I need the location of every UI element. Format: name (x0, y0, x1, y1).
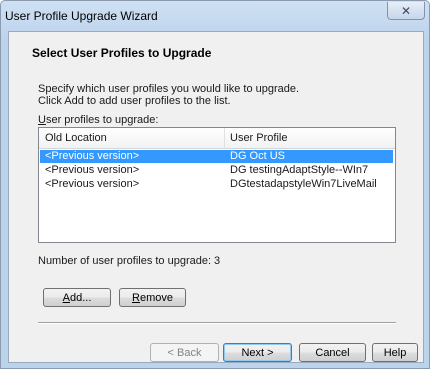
row-user-profile: DG Oct US (230, 150, 286, 162)
column-header-old-location[interactable]: Old Location (45, 132, 107, 144)
profiles-listview[interactable]: Old Location User Profile <Previous vers… (38, 127, 396, 243)
table-row[interactable]: <Previous version> DG Oct US (40, 150, 393, 163)
add-button[interactable]: Add... (43, 288, 111, 307)
list-label-mnemonic: U (38, 114, 46, 126)
help-button[interactable]: Help (372, 343, 418, 362)
next-button[interactable]: Next > (223, 343, 292, 362)
description-line-1: Specify which user profiles you would li… (38, 83, 300, 95)
back-button[interactable]: < Back (150, 343, 219, 362)
cancel-button-label: Cancel (315, 346, 350, 359)
description-line-2: Click Add to add user profiles to the li… (38, 95, 231, 107)
row-user-profile: DG testingAdaptStyle--WIn7 (230, 164, 369, 176)
remove-button[interactable]: Remove (119, 288, 186, 307)
row-user-profile: DGtestadapstyleWin7LiveMail (230, 178, 377, 190)
list-label-text: ser profiles to upgrade: (45, 114, 159, 126)
add-button-label: Add... (62, 291, 92, 304)
wizard-client-area: Select User Profiles to Upgrade Specify … (8, 31, 424, 363)
row-old-location: <Previous version> (45, 150, 140, 162)
table-row[interactable]: <Previous version> DGtestadapstyleWin7Li… (40, 178, 393, 191)
next-button-label: Next > (241, 346, 274, 359)
profiles-list-label: User profiles to upgrade: (38, 114, 158, 126)
row-old-location: <Previous version> (45, 164, 140, 176)
close-button[interactable]: ✕ (387, 2, 425, 20)
wizard-window: User Profile Upgrade Wizard ✕ Select Use… (0, 0, 430, 369)
title-bar: User Profile Upgrade Wizard ✕ (1, 1, 429, 31)
close-icon: ✕ (400, 3, 412, 18)
profile-count: Number of user profiles to upgrade: 3 (38, 255, 220, 267)
remove-button-label: Remove (132, 291, 173, 304)
cancel-button[interactable]: Cancel (299, 343, 366, 362)
row-old-location: <Previous version> (45, 178, 140, 190)
column-divider[interactable] (224, 128, 225, 148)
profile-count-label: Number of user profiles to upgrade: (38, 255, 212, 267)
help-button-label: Help (383, 346, 407, 359)
profile-count-value: 3 (214, 255, 221, 267)
footer-separator (38, 322, 396, 324)
listview-header: Old Location User Profile (39, 128, 395, 149)
column-header-user-profile[interactable]: User Profile (230, 132, 287, 144)
table-row[interactable]: <Previous version> DG testingAdaptStyle-… (40, 164, 393, 177)
window-title: User Profile Upgrade Wizard (5, 9, 158, 23)
back-button-label: < Back (167, 346, 202, 359)
page-title: Select User Profiles to Upgrade (32, 46, 212, 60)
